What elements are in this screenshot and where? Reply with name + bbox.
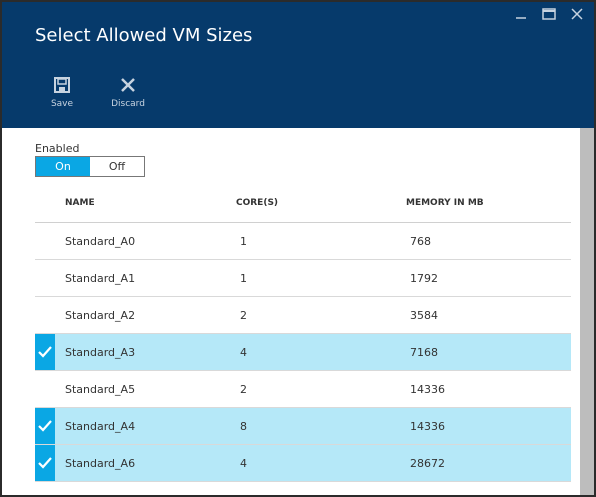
enabled-toggle[interactable]: On Off	[35, 156, 145, 177]
cell-name: Standard_A3	[65, 345, 136, 359]
cell-name: Standard_A6	[65, 456, 136, 470]
cell-memory: 14336	[410, 382, 445, 396]
table-header: NAME CORE(S) MEMORY IN MB	[35, 184, 571, 223]
dialog-content: Enabled On Off NAME CORE(S) MEMORY IN MB…	[2, 128, 580, 495]
close-button[interactable]	[566, 4, 588, 24]
table-body: Standard_A0 1 768 Standard_A1 1 1792 Standard_…	[35, 223, 571, 495]
cell-cores: 1	[240, 234, 247, 248]
cell-memory: 14336	[410, 419, 445, 433]
discard-button[interactable]: Discard	[108, 76, 148, 109]
dialog-header: Select Allowed VM Sizes Save Discard	[2, 2, 594, 128]
cell-cores: 2	[240, 308, 247, 322]
scrollbar[interactable]	[580, 128, 594, 495]
toolbar: Save Discard	[42, 76, 148, 109]
column-header-name[interactable]: NAME	[35, 198, 236, 208]
row-checkbox[interactable]	[35, 445, 55, 481]
enabled-label: Enabled	[35, 142, 80, 155]
row-checkbox[interactable]	[35, 223, 55, 259]
row-checkbox[interactable]	[35, 408, 55, 444]
column-header-cores[interactable]: CORE(S)	[236, 198, 406, 208]
discard-label: Discard	[111, 99, 145, 109]
window-controls	[510, 4, 588, 24]
column-header-memory[interactable]: MEMORY IN MB	[406, 198, 571, 208]
cell-cores: 8	[240, 419, 247, 433]
cell-memory: 768	[410, 234, 431, 248]
table-row[interactable]: Standard_A7857344	[35, 482, 571, 496]
row-checkbox[interactable]	[35, 297, 55, 333]
cell-name: Standard_A4	[65, 419, 136, 433]
maximize-icon	[542, 8, 556, 20]
cell-name: Standard_A1	[65, 271, 136, 285]
table-row[interactable]: Standard_A6 4 28672	[35, 445, 571, 482]
cell-cores: 8	[240, 494, 410, 496]
cell-name: Standard_A0	[65, 234, 136, 248]
vm-sizes-table: NAME CORE(S) MEMORY IN MB Standard_A0 1 76…	[35, 184, 571, 495]
checkmark-icon	[38, 420, 52, 432]
toggle-off-option[interactable]: Off	[90, 157, 144, 176]
maximize-button[interactable]	[538, 4, 560, 24]
cell-name: Standard_A7	[55, 494, 240, 496]
dialog-window: Select Allowed VM Sizes Save Discard Ena…	[0, 0, 596, 497]
cell-memory: 57344	[410, 494, 571, 496]
row-checkbox[interactable]	[35, 260, 55, 296]
minimize-icon	[516, 17, 526, 19]
dialog-title: Select Allowed VM Sizes	[35, 25, 253, 46]
toggle-on-option[interactable]: On	[36, 157, 90, 176]
cell-name: Standard_A2	[65, 308, 136, 322]
cell-cores: 2	[240, 382, 247, 396]
checkmark-icon	[38, 457, 52, 469]
checkmark-icon	[38, 346, 52, 358]
table-row[interactable]: Standard_A1 1 1792	[35, 260, 571, 297]
save-label: Save	[50, 99, 74, 109]
minimize-button[interactable]	[510, 4, 532, 24]
save-icon	[54, 77, 70, 93]
save-button[interactable]: Save	[42, 76, 82, 109]
cell-memory: 3584	[410, 308, 438, 322]
cell-cores: 1	[240, 271, 247, 285]
table-row[interactable]: Standard_A0 1 768	[35, 223, 571, 260]
cell-memory: 1792	[410, 271, 438, 285]
discard-icon	[121, 78, 135, 92]
cell-name: Standard_A5	[65, 382, 136, 396]
close-icon	[571, 8, 583, 20]
table-row[interactable]: Standard_A5 2 14336	[35, 371, 571, 408]
table-row[interactable]: Standard_A3 4 7168	[35, 334, 571, 371]
cell-memory: 7168	[410, 345, 438, 359]
table-row[interactable]: Standard_A4 8 14336	[35, 408, 571, 445]
row-checkbox[interactable]	[35, 482, 55, 495]
row-checkbox[interactable]	[35, 334, 55, 370]
cell-cores: 4	[240, 345, 247, 359]
cell-memory: 28672	[410, 456, 445, 470]
cell-cores: 4	[240, 456, 247, 470]
row-checkbox[interactable]	[35, 371, 55, 407]
table-row[interactable]: Standard_A2 2 3584	[35, 297, 571, 334]
